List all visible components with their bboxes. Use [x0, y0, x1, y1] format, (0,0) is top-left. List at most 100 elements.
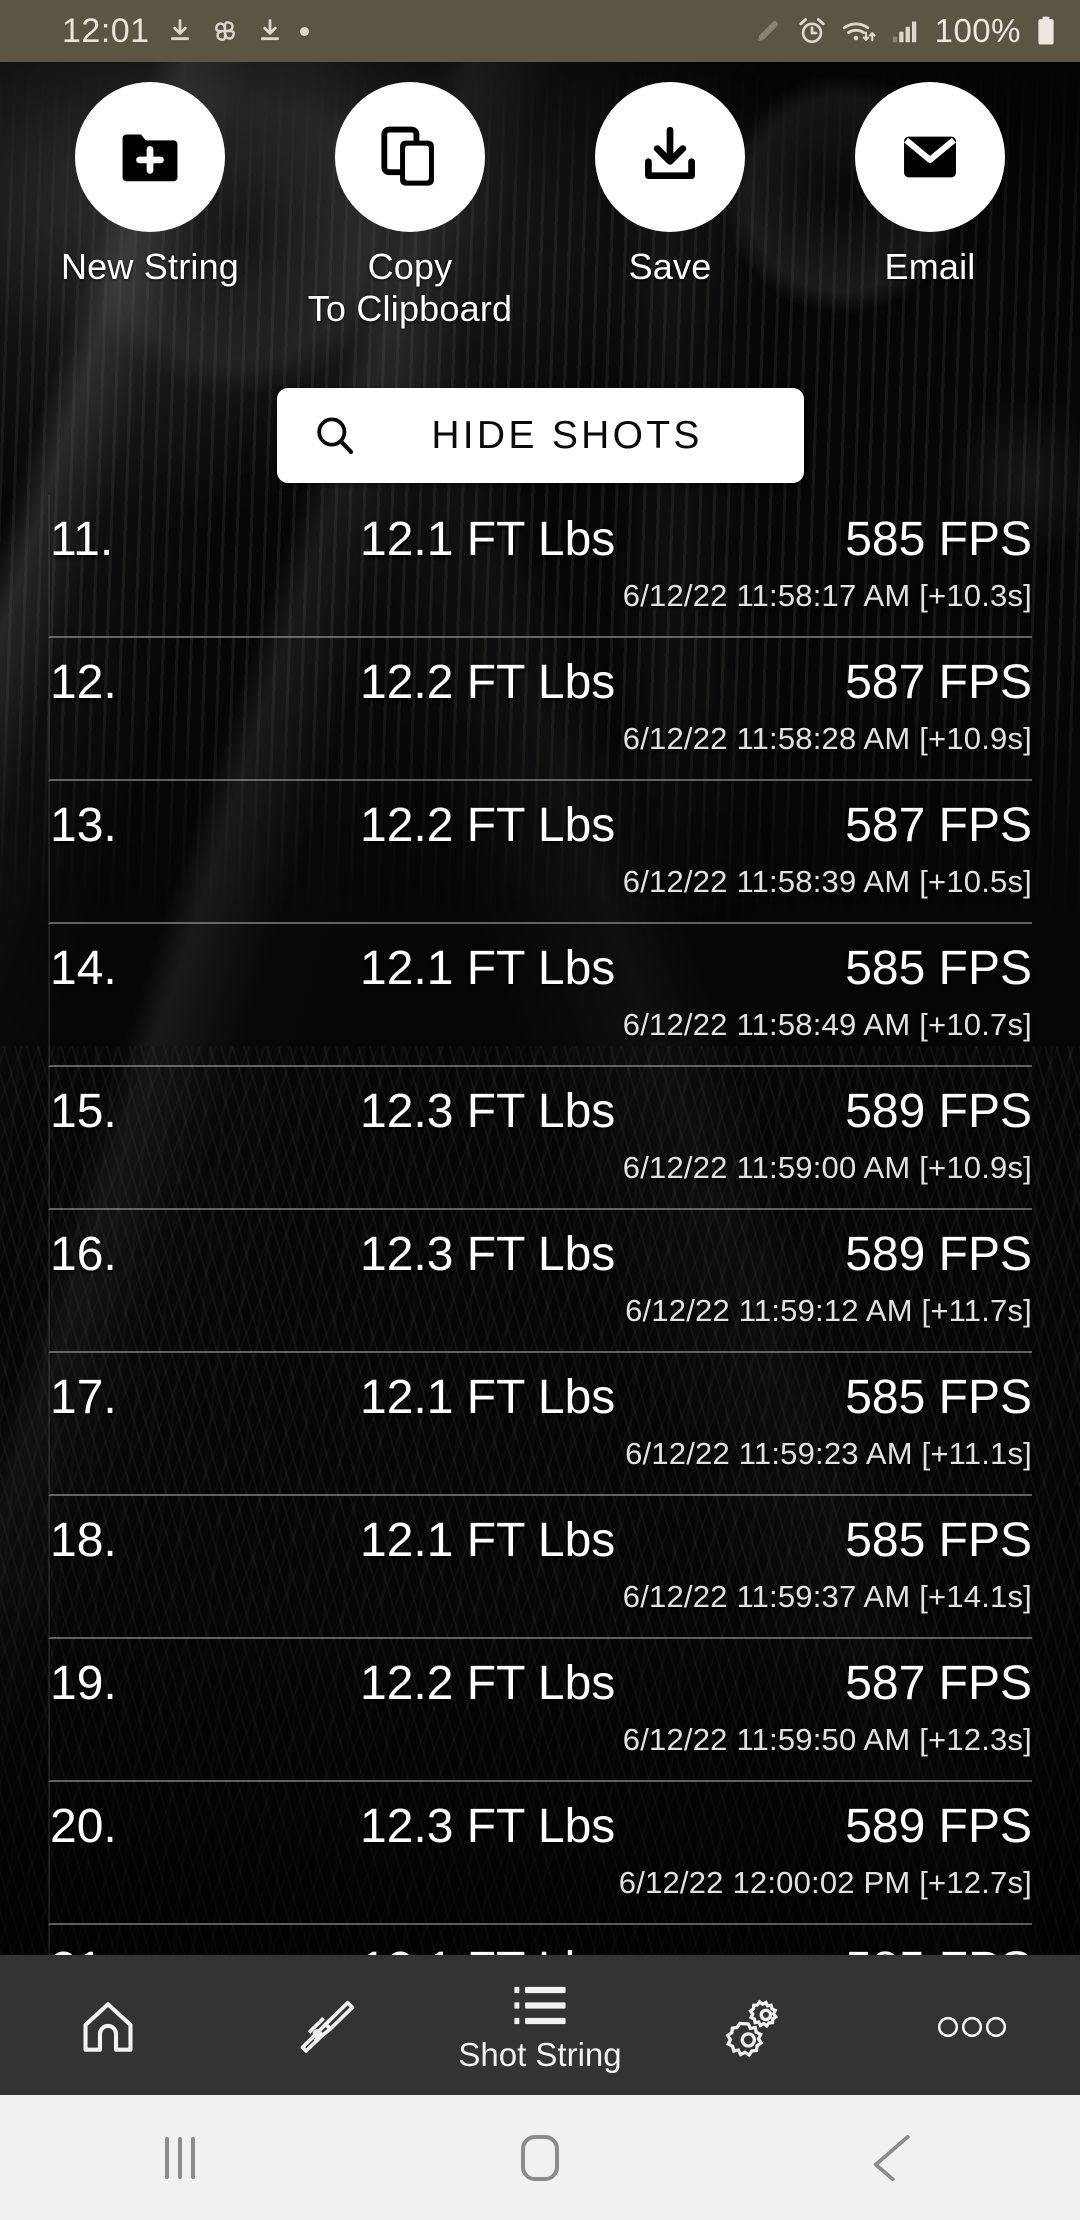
table-row[interactable]: 18. 12.1 FT Lbs 585 FPS 6/12/22 11:59:37 AM…	[48, 1496, 1032, 1639]
shot-energy: 12.1 FT Lbs	[360, 1513, 616, 1567]
copy-icon	[381, 126, 434, 186]
shot-timestamp: 6/12/22 11:59:50 AM [+12.3s]	[622, 1722, 1032, 1757]
status-bar: 12:01 100%	[0, 0, 1080, 62]
shot-row-main: 20. 12.3 FT Lbs 589 FPS	[50, 1782, 1032, 1862]
new-string-button[interactable]: New String	[20, 62, 280, 332]
email-button[interactable]: Email	[800, 62, 1060, 332]
table-row[interactable]: 11. 12.1 FT Lbs 585 FPS 6/12/22 11:58:17 AM…	[48, 495, 1032, 638]
nav-item-shot-string-label: Shot String	[458, 2036, 622, 2073]
shot-row-main: 19. 12.2 FT Lbs 587 FPS	[50, 1639, 1032, 1719]
table-row[interactable]: 17. 12.1 FT Lbs 585 FPS 6/12/22 11:59:23 AM…	[48, 1353, 1032, 1496]
shot-velocity: 589 FPS	[845, 1799, 1032, 1853]
shot-velocity: 585 FPS	[845, 1370, 1032, 1424]
shot-timestamp: 6/12/22 11:58:28 AM [+10.9s]	[622, 721, 1032, 756]
email-label: Email	[884, 246, 976, 287]
shot-index: 19.	[50, 1656, 117, 1710]
wifi-icon	[842, 22, 876, 42]
shot-energy: 12.1 FT Lbs	[360, 941, 616, 995]
shot-timestamp: 6/12/22 12:00:02 PM [+12.7s]	[618, 1865, 1032, 1900]
table-row[interactable]: 16. 12.3 FT Lbs 589 FPS 6/12/22 11:59:12 AM…	[48, 1210, 1032, 1353]
shot-string-list[interactable]: 11. 12.1 FT Lbs 585 FPS 6/12/22 11:58:17 AM…	[0, 495, 1080, 1955]
save-button[interactable]: Save	[540, 62, 800, 332]
shot-energy: 12.1 FT Lbs	[340, 1942, 772, 1956]
fan-icon	[214, 21, 235, 41]
home-icon	[83, 2002, 133, 2052]
battery-percent-label: 100%	[934, 12, 1021, 49]
action-bar: New String Copy To Clipboard Save Email	[0, 62, 1080, 332]
nav-item-shot-string[interactable]: Shot String	[432, 1955, 648, 2095]
table-row[interactable]: 15. 12.3 FT Lbs 589 FPS 6/12/22 11:59:00 AM…	[48, 1067, 1032, 1210]
save-label: Save	[628, 246, 712, 287]
shot-velocity: 587 FPS	[845, 655, 1032, 709]
email-button-circle[interactable]	[855, 82, 1005, 232]
nav-item-rifle[interactable]	[216, 1955, 432, 2095]
dot-icon	[299, 26, 309, 36]
shot-index: 21.	[50, 1942, 340, 1956]
back-chevron-icon	[872, 2133, 928, 2182]
hide-shots-button[interactable]: HIDE SHOTS	[276, 388, 804, 483]
table-row[interactable]: 20. 12.3 FT Lbs 589 FPS 6/12/22 12:00:02 PM…	[48, 1782, 1032, 1925]
shot-timestamp: 6/12/22 11:59:37 AM [+14.1s]	[622, 1579, 1032, 1614]
shot-index: 17.	[50, 1370, 117, 1424]
recents-icon	[165, 2136, 195, 2179]
pencil-icon	[757, 20, 778, 41]
copy-label-line1: Copy	[367, 246, 453, 287]
more-dots-icon	[937, 2016, 1007, 2038]
list-icon	[514, 1986, 566, 2025]
new-string-label: New String	[60, 246, 240, 287]
app-screen: 12:01 100% New String Copy To Clipboard …	[0, 0, 1080, 2220]
shot-velocity: 587 FPS	[845, 1656, 1032, 1710]
signal-icon	[892, 21, 916, 43]
shot-energy: 12.3 FT Lbs	[360, 1227, 616, 1281]
table-row[interactable]: 12. 12.2 FT Lbs 587 FPS 6/12/22 11:58:28 AM…	[48, 638, 1032, 781]
system-recents-button[interactable]	[0, 2136, 360, 2179]
copy-to-clipboard-button[interactable]: Copy To Clipboard	[280, 62, 540, 332]
shot-index: 15.	[50, 1084, 117, 1138]
shot-index: 11.	[50, 512, 114, 566]
shot-velocity: 589 FPS	[845, 1227, 1032, 1281]
system-home-button[interactable]	[360, 2134, 720, 2181]
save-button-circle[interactable]	[595, 82, 745, 232]
shot-velocity: 585 FPS	[845, 941, 1032, 995]
shot-row-main: 21.12.1 FT Lbs585 FPS	[50, 1925, 1032, 1956]
copy-to-clipboard-button-circle[interactable]	[335, 82, 485, 232]
battery-icon	[1038, 16, 1054, 45]
alarm-icon	[798, 18, 825, 43]
table-row[interactable]: 19. 12.2 FT Lbs 587 FPS 6/12/22 11:59:50 AM…	[48, 1639, 1032, 1782]
nav-item-settings[interactable]	[648, 1955, 864, 2095]
shot-energy: 12.3 FT Lbs	[360, 1084, 616, 1138]
shot-row-main: 18. 12.1 FT Lbs 585 FPS	[50, 1496, 1032, 1576]
shot-velocity: 585 FPS	[845, 1513, 1032, 1567]
search-icon	[277, 412, 393, 460]
copy-label-line2: To Clipboard	[307, 287, 513, 329]
table-row[interactable]: 21.12.1 FT Lbs585 FPS	[48, 1925, 1032, 1955]
shot-velocity: 587 FPS	[845, 798, 1032, 852]
folder-plus-icon	[122, 134, 178, 182]
shot-row-main: 14. 12.1 FT Lbs 585 FPS	[50, 924, 1032, 1004]
table-row[interactable]: 13. 12.2 FT Lbs 587 FPS 6/12/22 11:58:39 AM…	[48, 781, 1032, 924]
status-bar-right: 100%	[753, 12, 1058, 50]
table-row[interactable]: 14. 12.1 FT Lbs 585 FPS 6/12/22 11:58:49 AM…	[48, 924, 1032, 1067]
shot-row-main: 13. 12.2 FT Lbs 587 FPS	[50, 781, 1032, 861]
download-icon	[170, 19, 189, 41]
shot-row-main: 17. 12.1 FT Lbs 585 FPS	[50, 1353, 1032, 1433]
shot-energy: 12.2 FT Lbs	[360, 655, 616, 709]
shot-row-main: 16. 12.3 FT Lbs 589 FPS	[50, 1210, 1032, 1290]
status-bar-clock: 12:01	[62, 12, 150, 50]
download-icon	[260, 19, 279, 41]
shot-energy: 12.2 FT Lbs	[360, 798, 616, 852]
shot-row-main: 15. 12.3 FT Lbs 589 FPS	[50, 1067, 1032, 1147]
new-string-button-circle[interactable]	[75, 82, 225, 232]
home-square-icon	[521, 2134, 559, 2181]
rifle-icon	[300, 2000, 355, 2053]
bottom-navigation-bar: Shot String	[0, 1955, 1080, 2095]
shot-timestamp: 6/12/22 11:59:00 AM [+10.9s]	[622, 1150, 1032, 1185]
shot-velocity: 585 FPS	[845, 512, 1032, 566]
system-back-button[interactable]	[720, 2133, 1080, 2182]
nav-item-home[interactable]	[0, 1955, 216, 2095]
shot-index: 20.	[50, 1799, 117, 1853]
shot-index: 12.	[50, 655, 117, 709]
shot-energy: 12.3 FT Lbs	[360, 1799, 616, 1853]
shot-energy: 12.2 FT Lbs	[360, 1656, 616, 1710]
nav-item-more[interactable]	[864, 1955, 1080, 2095]
